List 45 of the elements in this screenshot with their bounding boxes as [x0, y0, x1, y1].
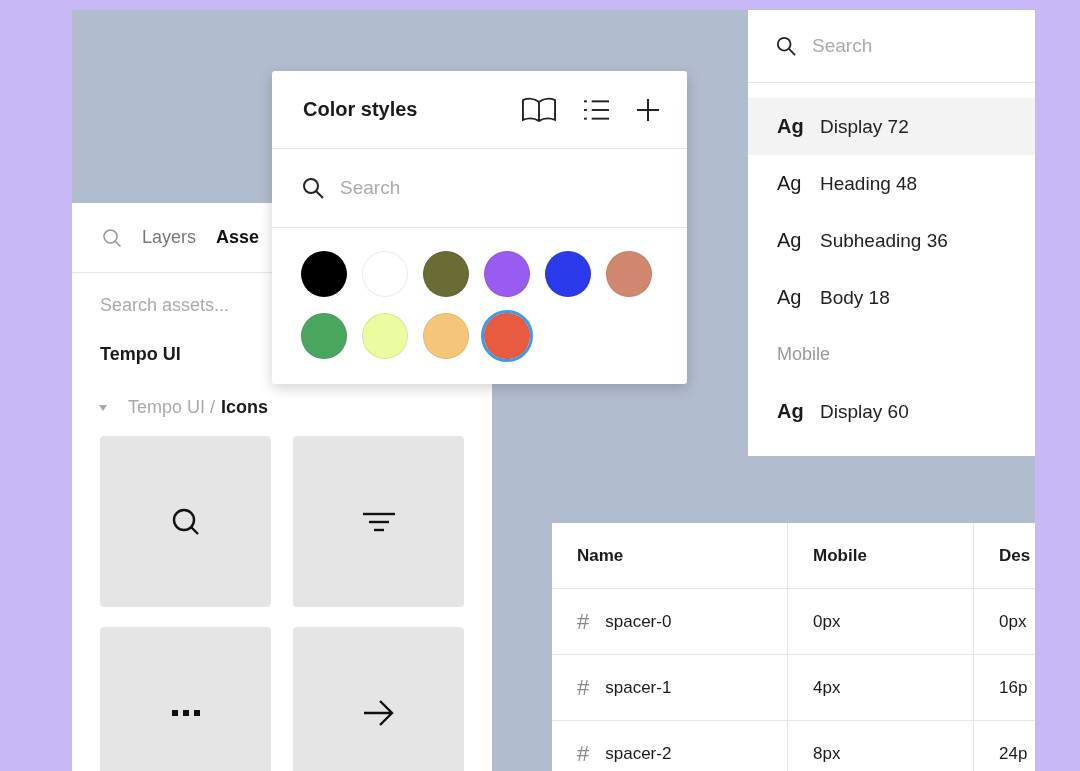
search-field[interactable]: Search [340, 177, 540, 199]
arrow-right-icon [362, 698, 395, 727]
hash-icon: # [577, 608, 590, 635]
column-header: Des [974, 523, 1035, 588]
search-field[interactable]: Search [812, 35, 1012, 57]
filter-icon [362, 511, 395, 532]
search-field[interactable]: Search assets... [100, 295, 400, 316]
table-cell: 0px [788, 589, 974, 654]
folder-name: Icons [221, 397, 269, 418]
search-icon[interactable] [102, 227, 122, 248]
text-style-item[interactable]: Ag Heading 48 [748, 155, 1035, 212]
panel-tab[interactable]: Layers [142, 227, 197, 248]
search-icon [302, 177, 324, 199]
icon-tile[interactable] [293, 627, 464, 771]
text-style-item[interactable]: Ag Body 18 [748, 269, 1035, 326]
text-style-item[interactable]: Ag Subheading 36 [748, 212, 1035, 269]
table-cell: spacer-1 [605, 677, 672, 698]
section-label: Mobile [776, 343, 832, 366]
popover-title: Color styles [303, 98, 419, 121]
table-cell: 4px [788, 655, 974, 720]
table-cell: 16p [974, 655, 1035, 720]
hash-icon: # [577, 674, 590, 701]
table-cell: spacer-0 [605, 611, 672, 632]
table-cell: spacer-2 [605, 743, 672, 764]
more-icon [171, 709, 200, 716]
panel-tab[interactable]: Asse [216, 227, 260, 248]
add-icon[interactable] [637, 98, 659, 121]
color-swatch[interactable] [481, 310, 533, 362]
hash-icon: # [577, 740, 590, 767]
table-cell: 8px [788, 721, 974, 771]
icon-tile[interactable] [100, 627, 271, 771]
search-icon [776, 36, 796, 56]
column-header: Mobile [788, 523, 974, 588]
text-style-item[interactable]: Ag Display 60 [748, 383, 1035, 440]
icon-tile[interactable] [100, 436, 271, 607]
folder-path: Tempo UI / [128, 397, 216, 418]
icon-tile[interactable] [293, 436, 464, 607]
caret-icon[interactable] [98, 402, 108, 413]
book-icon[interactable] [522, 97, 556, 122]
library-title: Tempo UI [100, 344, 182, 365]
column-header: Name [552, 523, 788, 588]
list-icon[interactable] [584, 98, 609, 121]
text-style-item[interactable]: Ag Display 72 [748, 98, 1035, 155]
table-cell: 0px [974, 589, 1035, 654]
table-cell: 24p [974, 721, 1035, 771]
